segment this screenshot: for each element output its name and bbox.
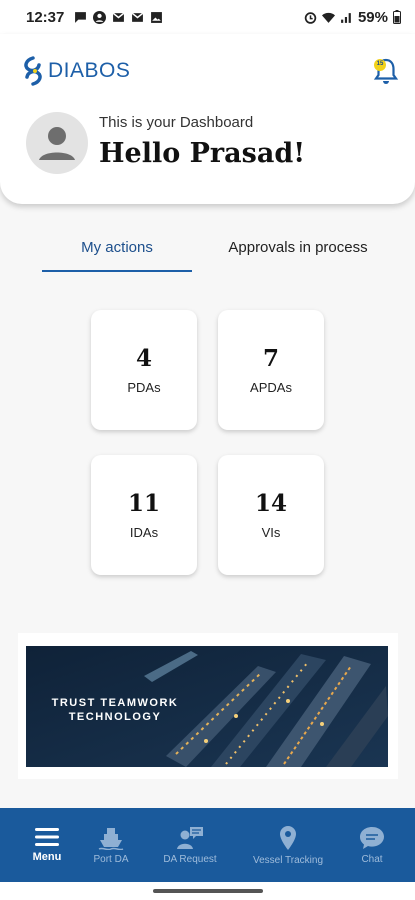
nav-menu[interactable]: Menu — [18, 808, 76, 882]
card-count: 4 — [135, 345, 152, 372]
card-count: 7 — [262, 345, 279, 372]
nav-label: Vessel Tracking — [252, 854, 324, 866]
nav-label: Menu — [32, 851, 62, 863]
ship-icon — [98, 827, 124, 850]
avatar[interactable] — [26, 112, 88, 174]
apdas-card[interactable]: 7 APDAs — [218, 310, 324, 430]
card-label: APDAs — [250, 380, 292, 395]
nav-label: DA Request — [163, 853, 217, 865]
banner-tagline-line2: TECHNOLOGY — [68, 711, 162, 723]
nav-label: Port DA — [93, 853, 129, 865]
chat-icon — [360, 826, 384, 849]
card-label: PDAs — [127, 380, 161, 395]
dashboard-subtitle: This is your Dashboard — [99, 114, 254, 131]
banner-tagline-line1: TRUST TEAMWORK — [51, 697, 179, 709]
user-avatar-icon — [39, 127, 75, 160]
status-bar: 12:37 59% — [0, 0, 415, 34]
nav-label: Chat — [361, 853, 383, 865]
nav-port-da[interactable]: Port DA — [82, 808, 140, 882]
tab-my-actions[interactable]: My actions — [42, 236, 192, 272]
wifi-icon — [321, 12, 335, 23]
gmail-icon — [131, 12, 144, 22]
promo-banner-container: TRUST TEAMWORK TECHNOLOGY — [18, 633, 398, 779]
diabos-logo: DIABOS — [22, 56, 130, 86]
location-pin-icon — [280, 825, 296, 850]
bottom-navigation: Menu Port DA DA Request Vessel Tracking — [0, 808, 415, 882]
card-label: IDAs — [129, 525, 159, 540]
nav-chat[interactable]: Chat — [344, 808, 400, 882]
idas-card[interactable]: 11 IDAs — [91, 455, 197, 575]
alarm-icon — [304, 11, 317, 24]
tab-approvals-in-process[interactable]: Approvals in process — [212, 236, 384, 272]
battery-icon — [393, 10, 401, 24]
user-request-icon — [177, 826, 203, 849]
notification-badge: 15 — [376, 61, 384, 67]
notification-bell[interactable]: 15 — [371, 56, 401, 86]
account-circle-icon — [93, 10, 107, 24]
gmail-icon — [112, 12, 125, 22]
chat-bubble-icon — [75, 11, 87, 23]
home-gesture-bar[interactable] — [153, 889, 263, 893]
diabos-logo-icon — [24, 56, 42, 86]
greeting-title: Hello Prasad! — [99, 138, 306, 169]
pdas-card[interactable]: 4 PDAs — [91, 310, 197, 430]
card-count: 14 — [254, 490, 287, 517]
promo-banner[interactable]: TRUST TEAMWORK TECHNOLOGY — [26, 646, 388, 767]
vis-card[interactable]: 14 VIs — [218, 455, 324, 575]
card-label: VIs — [261, 525, 281, 540]
dashboard-header: DIABOS 15 This is your Dashboard Hello P… — [0, 34, 415, 204]
battery-percent: 59% — [357, 8, 388, 26]
signal-icon — [341, 12, 351, 23]
status-time: 12:37 — [26, 8, 65, 26]
active-tab-indicator — [42, 270, 192, 272]
logo-text: DIABOS — [48, 59, 131, 82]
nav-vessel-tracking[interactable]: Vessel Tracking — [240, 808, 336, 882]
image-icon — [151, 11, 163, 23]
banner-tagline: TRUST TEAMWORK TECHNOLOGY — [40, 696, 190, 724]
nav-da-request[interactable]: DA Request — [150, 808, 230, 882]
menu-icon — [35, 828, 59, 846]
card-count: 11 — [127, 490, 160, 517]
